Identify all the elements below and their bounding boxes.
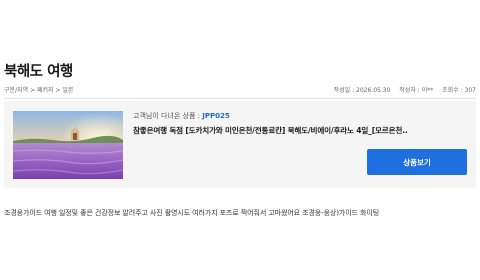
review-body: 조경웅가이드 여행 일정및 좋은 건강정보 알려주고 사진 촬영시도 여러가지 … (4, 209, 380, 217)
post-meta-info: 작성일 : 2026.05.30 작성자 : 이** 조회수 : 307 (327, 85, 476, 94)
breadcrumb[interactable]: 구분/지역 > 패키지 > 일본 (4, 85, 73, 94)
page-title: 북해도 여행 (4, 64, 73, 80)
post-views: 조회수 : 307 (442, 87, 476, 94)
product-card: 고객님이 다녀온 상품 : JPP025 참좋은여행 독점 [도카치가와 미인온… (4, 101, 476, 188)
post-author: 작성자 : 이** (399, 87, 434, 94)
product-code: JPP025 (202, 112, 230, 120)
product-thumbnail[interactable] (13, 111, 123, 179)
product-title[interactable]: 참좋은여행 독점 [도카치가와 미인온천/전통료칸] 북해도/비에이/후라노 4… (133, 125, 413, 136)
recent-product-label: 고객님이 다녀온 상품 : (133, 112, 200, 120)
view-product-button[interactable]: 상품보기 (367, 149, 467, 175)
recent-product-line: 고객님이 다녀온 상품 : JPP025 (133, 111, 230, 121)
post-meta-row: 구분/지역 > 패키지 > 일본 작성일 : 2026.05.30 작성자 : … (4, 85, 476, 95)
header-divider (4, 98, 476, 99)
lavender-field-image (13, 111, 123, 179)
post-date: 작성일 : 2026.05.30 (333, 87, 391, 94)
